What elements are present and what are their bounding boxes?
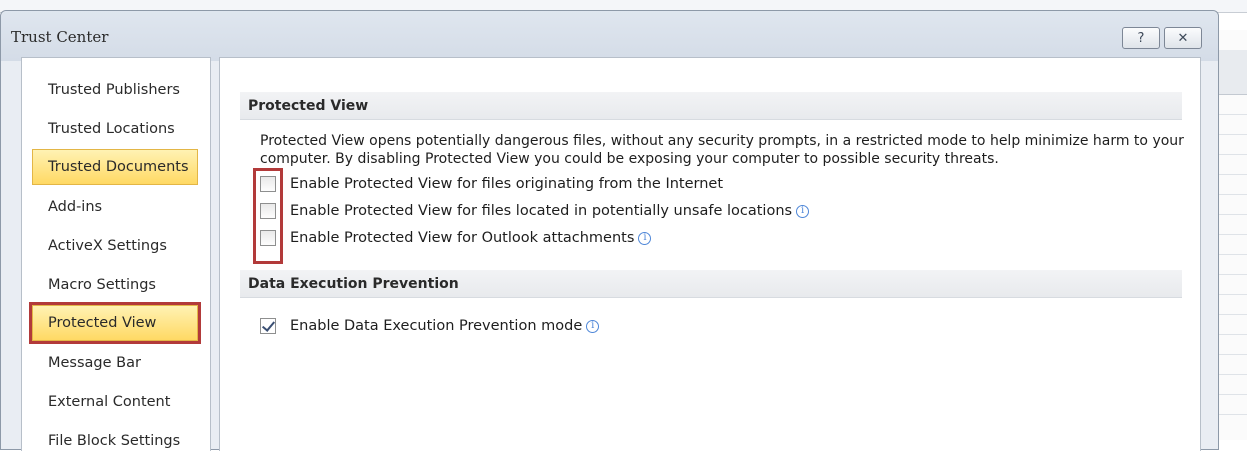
nav-item-activex-settings[interactable]: ActiveX Settings — [32, 228, 198, 264]
nav-item-protected-view[interactable]: Protected View — [32, 305, 198, 341]
option-pv-unsafe-locations[interactable]: Enable Protected View for files located … — [260, 200, 810, 222]
spreadsheet-gridline — [1218, 194, 1247, 195]
info-icon[interactable]: i — [586, 319, 600, 333]
help-button[interactable]: ? — [1122, 27, 1160, 49]
option-label: Enable Protected View for files located … — [290, 203, 793, 219]
spreadsheet-gridline — [1218, 114, 1247, 115]
protected-view-description: Protected View opens potentially dangero… — [260, 133, 1184, 167]
nav-item-trusted-publishers[interactable]: Trusted Publishers — [32, 72, 198, 108]
spreadsheet-gridline — [1218, 174, 1247, 175]
spreadsheet-gridline — [1218, 254, 1247, 255]
background-spreadsheet — [1218, 30, 1247, 440]
help-icon: ? — [1137, 30, 1145, 46]
section-header-dep: Data Execution Prevention — [240, 270, 1182, 298]
nav-item-external-content[interactable]: External Content — [32, 384, 198, 420]
trust-center-dialog: Trust Center ? ✕ Trusted Publishers Trus… — [0, 10, 1219, 451]
info-icon[interactable]: i — [638, 231, 652, 245]
option-dep-mode[interactable]: Enable Data Execution Prevention mode i — [260, 315, 600, 337]
option-label: Enable Data Execution Prevention mode — [290, 318, 583, 334]
option-label: Enable Protected View for files originat… — [290, 176, 724, 192]
checkbox-highlight-outline — [253, 168, 283, 264]
spreadsheet-gridline — [1218, 314, 1247, 315]
nav-item-trusted-documents[interactable]: Trusted Documents — [32, 149, 198, 185]
info-icon[interactable]: i — [796, 204, 810, 218]
nav-item-trusted-locations[interactable]: Trusted Locations — [32, 111, 198, 147]
nav-item-macro-settings[interactable]: Macro Settings — [32, 267, 198, 303]
spreadsheet-gridline — [1218, 354, 1247, 355]
checkbox[interactable] — [260, 318, 276, 334]
spreadsheet-gridline — [1218, 274, 1247, 275]
dialog-titlebar: Trust Center ? ✕ — [1, 11, 1218, 61]
spreadsheet-gridline — [1218, 394, 1247, 395]
close-button[interactable]: ✕ — [1164, 27, 1202, 49]
nav-item-file-block-settings[interactable]: File Block Settings — [32, 423, 198, 459]
section-header-protected-view: Protected View — [240, 92, 1182, 120]
spreadsheet-column-header — [1218, 50, 1247, 95]
option-pv-internet[interactable]: Enable Protected View for files originat… — [260, 173, 723, 195]
spreadsheet-gridline — [1218, 234, 1247, 235]
spreadsheet-gridline — [1218, 134, 1247, 135]
trust-center-nav: Trusted Publishers Trusted Locations Tru… — [21, 57, 211, 451]
close-icon: ✕ — [1177, 30, 1189, 46]
spreadsheet-gridline — [1218, 214, 1247, 215]
spreadsheet-gridline — [1218, 334, 1247, 335]
spreadsheet-gridline — [1218, 414, 1247, 415]
dialog-title: Trust Center — [11, 28, 109, 46]
option-pv-outlook-attachments[interactable]: Enable Protected View for Outlook attach… — [260, 227, 652, 249]
spreadsheet-gridline — [1218, 294, 1247, 295]
spreadsheet-gridline — [1218, 374, 1247, 375]
spreadsheet-gridline — [1218, 154, 1247, 155]
nav-item-message-bar[interactable]: Message Bar — [32, 345, 198, 381]
settings-panel: Protected View Protected View opens pote… — [219, 57, 1201, 451]
nav-item-add-ins[interactable]: Add-ins — [32, 189, 198, 225]
option-label: Enable Protected View for Outlook attach… — [290, 230, 635, 246]
